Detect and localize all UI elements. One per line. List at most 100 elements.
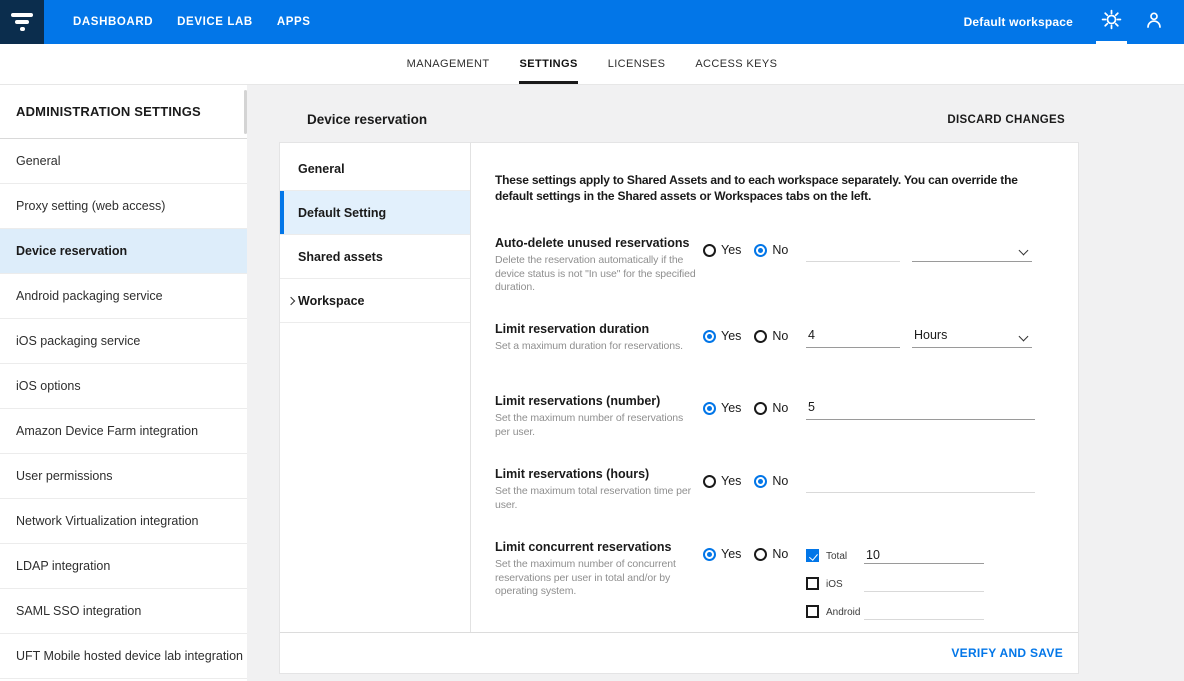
ios-checkbox[interactable] — [806, 577, 819, 590]
top-app-bar: DASHBOARD DEVICE LAB APPS Default worksp… — [0, 0, 1184, 44]
yes-no-group: Yes No — [703, 236, 806, 322]
tab-management[interactable]: MANAGEMENT — [392, 44, 505, 84]
chevron-down-icon — [1019, 332, 1029, 342]
subnav-item-general[interactable]: General — [280, 147, 470, 191]
setting-label: Limit reservations (number) — [495, 394, 703, 408]
admin-settings-sidebar: ADMINISTRATION SETTINGS General Proxy se… — [0, 85, 247, 681]
tab-access-keys[interactable]: ACCESS KEYS — [680, 44, 792, 84]
yes-no-group: Yes No — [703, 467, 806, 540]
radio-no[interactable]: No — [754, 547, 788, 561]
subnav-item-default-setting[interactable]: Default Setting — [280, 191, 470, 235]
yes-no-group: Yes No — [703, 322, 806, 394]
total-limit-input[interactable]: 10 — [864, 548, 984, 564]
tab-settings[interactable]: SETTINGS — [504, 44, 592, 84]
radio-yes[interactable]: Yes — [703, 243, 741, 257]
radio-label: Yes — [721, 243, 741, 257]
radio-yes[interactable]: Yes — [703, 329, 741, 343]
radio-icon — [754, 330, 767, 343]
total-checkbox[interactable] — [806, 549, 819, 562]
chevron-right-icon — [287, 297, 295, 305]
subnav-item-workspace[interactable]: Workspace — [280, 279, 470, 323]
settings-intro-text: These settings apply to Shared Assets an… — [495, 172, 1040, 236]
app-logo[interactable] — [0, 0, 44, 44]
ios-limit-input[interactable] — [864, 576, 984, 592]
setting-row-limit-hours: Limit reservations (hours) Set the maxim… — [495, 467, 1040, 540]
sidebar-item-amazon-device-farm[interactable]: Amazon Device Farm integration — [0, 409, 247, 454]
concurrent-limits-group: Total 10 iOS Android — [806, 540, 1037, 632]
auto-delete-unit-select[interactable] — [912, 242, 1032, 262]
row-text: Limit concurrent reservations Set the ma… — [495, 540, 703, 632]
tab-label: MANAGEMENT — [407, 44, 490, 84]
settings-gear-button[interactable] — [1093, 0, 1130, 44]
radio-no[interactable]: No — [754, 474, 788, 488]
sidebar-item-android-packaging[interactable]: Android packaging service — [0, 274, 247, 319]
page-title: Device reservation — [307, 112, 427, 127]
radio-no[interactable]: No — [754, 329, 788, 343]
row-text: Limit reservation duration Set a maximum… — [495, 322, 703, 394]
radio-yes[interactable]: Yes — [703, 474, 741, 488]
auto-delete-duration-input[interactable] — [806, 242, 900, 262]
nav-item-dashboard[interactable]: DASHBOARD — [61, 0, 165, 44]
nav-item-device-lab[interactable]: DEVICE LAB — [165, 0, 265, 44]
duration-unit-select[interactable]: Hours — [912, 328, 1032, 348]
logo-bar — [11, 13, 33, 17]
radio-no[interactable]: No — [754, 243, 788, 257]
radio-label: Yes — [721, 547, 741, 561]
sidebar-item-saml-sso[interactable]: SAML SSO integration — [0, 589, 247, 634]
radio-label: Yes — [721, 329, 741, 343]
radio-label: Yes — [721, 401, 741, 415]
sidebar-title: ADMINISTRATION SETTINGS — [0, 85, 247, 139]
workspace-selector[interactable]: Default workspace — [964, 15, 1073, 29]
sidebar-item-user-permissions[interactable]: User permissions — [0, 454, 247, 499]
setting-label: Limit reservations (hours) — [495, 467, 703, 481]
sidebar-item-device-reservation[interactable]: Device reservation — [0, 229, 247, 274]
tab-label: LICENSES — [608, 44, 666, 84]
radio-icon — [754, 244, 767, 257]
radio-icon — [703, 402, 716, 415]
radio-label: Yes — [721, 474, 741, 488]
sidebar-item-ios-options[interactable]: iOS options — [0, 364, 247, 409]
radio-icon — [703, 244, 716, 257]
tab-label: SETTINGS — [519, 44, 577, 84]
setting-row-limit-concurrent: Limit concurrent reservations Set the ma… — [495, 540, 1040, 632]
android-checkbox[interactable] — [806, 605, 819, 618]
verify-and-save-button[interactable]: VERIFY AND SAVE — [951, 646, 1063, 660]
reservations-number-input[interactable]: 5 — [806, 400, 1035, 420]
sidebar-item-ldap[interactable]: LDAP integration — [0, 544, 247, 589]
checkbox-label: Total — [826, 548, 864, 562]
row-controls: 5 — [806, 394, 1037, 467]
nav-item-apps[interactable]: APPS — [265, 0, 323, 44]
radio-label: No — [772, 474, 788, 488]
duration-value-input[interactable]: 4 — [806, 328, 900, 348]
primary-nav: DASHBOARD DEVICE LAB APPS — [61, 0, 323, 44]
row-text: Auto-delete unused reservations Delete t… — [495, 236, 703, 322]
setting-label: Auto-delete unused reservations — [495, 236, 703, 250]
checkbox-label: Android — [826, 604, 864, 618]
subnav-item-shared-assets[interactable]: Shared assets — [280, 235, 470, 279]
select-value: Hours — [914, 328, 947, 342]
card-body: General Default Setting Shared assets Wo… — [280, 143, 1078, 632]
user-account-button[interactable] — [1136, 0, 1172, 44]
android-limit-input[interactable] — [864, 604, 984, 620]
sidebar-item-network-virtualization[interactable]: Network Virtualization integration — [0, 499, 247, 544]
sidebar-item-general[interactable]: General — [0, 139, 247, 184]
radio-no[interactable]: No — [754, 401, 788, 415]
setting-description: Set a maximum duration for reservations. — [495, 340, 700, 354]
radio-label: No — [772, 401, 788, 415]
radio-yes[interactable]: Yes — [703, 547, 741, 561]
discard-changes-button[interactable]: DISCARD CHANGES — [947, 114, 1065, 126]
sidebar-item-uft-hosted-lab[interactable]: UFT Mobile hosted device lab integration — [0, 634, 247, 679]
row-controls — [806, 236, 1037, 322]
chevron-down-icon — [1019, 246, 1029, 256]
sidebar-item-proxy-setting[interactable]: Proxy setting (web access) — [0, 184, 247, 229]
radio-yes[interactable]: Yes — [703, 401, 741, 415]
tab-label: ACCESS KEYS — [695, 44, 777, 84]
tab-licenses[interactable]: LICENSES — [593, 44, 681, 84]
subnav-label: General — [298, 162, 345, 176]
logo-dot — [20, 27, 25, 31]
sidebar-scrollbar-thumb[interactable] — [244, 90, 247, 134]
radio-icon — [754, 548, 767, 561]
setting-label: Limit reservation duration — [495, 322, 703, 336]
reservations-hours-input[interactable] — [806, 473, 1035, 493]
sidebar-item-ios-packaging[interactable]: iOS packaging service — [0, 319, 247, 364]
